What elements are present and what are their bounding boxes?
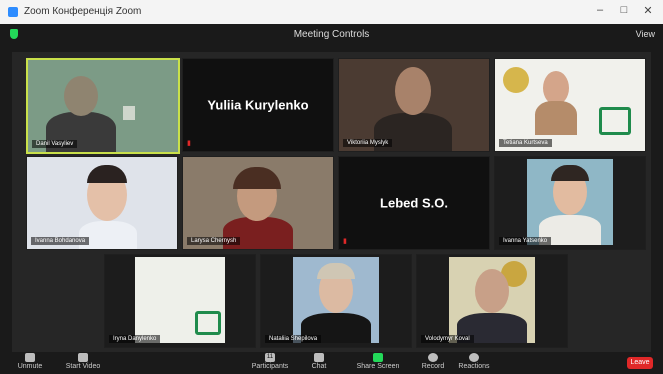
smiley-icon (469, 353, 479, 362)
participant-name: Ivanna Bohdanova (31, 237, 90, 245)
record-button[interactable]: Record (418, 353, 448, 370)
participant-display-name: Lebed S.O. (380, 195, 448, 211)
maximize-icon[interactable]: □ (613, 4, 635, 20)
participant-hair (87, 165, 127, 183)
video-tile[interactable]: Danil Vasyliev (26, 58, 180, 154)
participant-hair (233, 167, 281, 189)
zoom-app-icon (8, 7, 18, 17)
chat-button[interactable]: Chat (304, 353, 334, 370)
meeting-title: Meeting Controls (293, 29, 370, 40)
video-tile[interactable]: Yuliia Kurylenko ▮ (182, 58, 334, 152)
participant-name: Volodymyr Koval (421, 335, 474, 343)
share-screen-button[interactable]: Share Screen (348, 353, 408, 370)
participant-name: Larysa Chernysh (187, 237, 241, 245)
unmute-button[interactable]: Unmute (10, 353, 50, 370)
window-title: Zoom Конференція Zoom (24, 6, 142, 17)
participant-silhouette (535, 101, 577, 135)
participants-button[interactable]: 11 Participants (250, 353, 290, 370)
participant-silhouette (223, 217, 293, 249)
leave-meeting-button[interactable]: Leave (627, 357, 653, 369)
background-object (123, 106, 135, 120)
participants-icon: 11 (265, 353, 275, 362)
university-emblem-icon (503, 67, 529, 93)
gallery-view: Danil Vasyliev Yuliia Kurylenko ▮ Viktor… (12, 52, 651, 352)
camera-icon (78, 353, 88, 362)
chat-icon (314, 353, 324, 362)
participant-name: Tetiana Kurtseva (499, 139, 552, 147)
share-screen-icon (373, 353, 383, 362)
video-tile[interactable]: Viktoriia Myslyk (338, 58, 490, 152)
participant-face (64, 76, 98, 116)
participant-name: Iryna Danylenko (109, 335, 161, 343)
start-video-button[interactable]: Start Video (58, 353, 108, 370)
participant-face (395, 67, 431, 115)
participant-face (543, 71, 569, 105)
video-tile[interactable]: Lebed S.O. ▮ (338, 156, 490, 250)
microphone-icon (25, 353, 35, 362)
mic-muted-icon: ▮ (187, 140, 191, 147)
video-tile[interactable]: Volodymyr Koval (416, 254, 568, 348)
participant-name: Nataliia Shepilova (265, 335, 322, 343)
video-tile[interactable]: Tetiana Kurtseva (494, 58, 646, 152)
record-icon (428, 353, 438, 362)
close-icon[interactable]: ✕ (637, 4, 659, 20)
meeting-topbar: Meeting Controls View (0, 24, 663, 46)
window-titlebar: Zoom Конференція Zoom – □ ✕ (0, 0, 663, 24)
computer-logo-icon (599, 107, 631, 135)
participant-silhouette (79, 221, 137, 249)
video-tile[interactable]: Ivanna Yatsenko (494, 156, 646, 250)
participant-name: Viktoriia Myslyk (343, 139, 393, 147)
video-tile[interactable]: Iryna Danylenko (104, 254, 256, 348)
participant-display-name: Yuliia Kurylenko (207, 97, 309, 113)
minimize-icon[interactable]: – (589, 4, 611, 20)
mic-muted-icon: ▮ (343, 238, 347, 245)
computer-logo-icon (195, 311, 221, 335)
meeting-toolbar: Unmute Start Video 11 Participants Chat … (0, 352, 663, 374)
video-tile[interactable]: Nataliia Shepilova (260, 254, 412, 348)
participant-name: Danil Vasyliev (32, 140, 78, 148)
participant-name: Ivanna Yatsenko (499, 237, 552, 245)
video-tile[interactable]: Ivanna Bohdanova (26, 156, 178, 250)
participant-face (475, 269, 509, 313)
reactions-button[interactable]: Reactions (456, 353, 492, 370)
view-button[interactable]: View (636, 29, 655, 39)
video-tile[interactable]: Larysa Chernysh (182, 156, 334, 250)
